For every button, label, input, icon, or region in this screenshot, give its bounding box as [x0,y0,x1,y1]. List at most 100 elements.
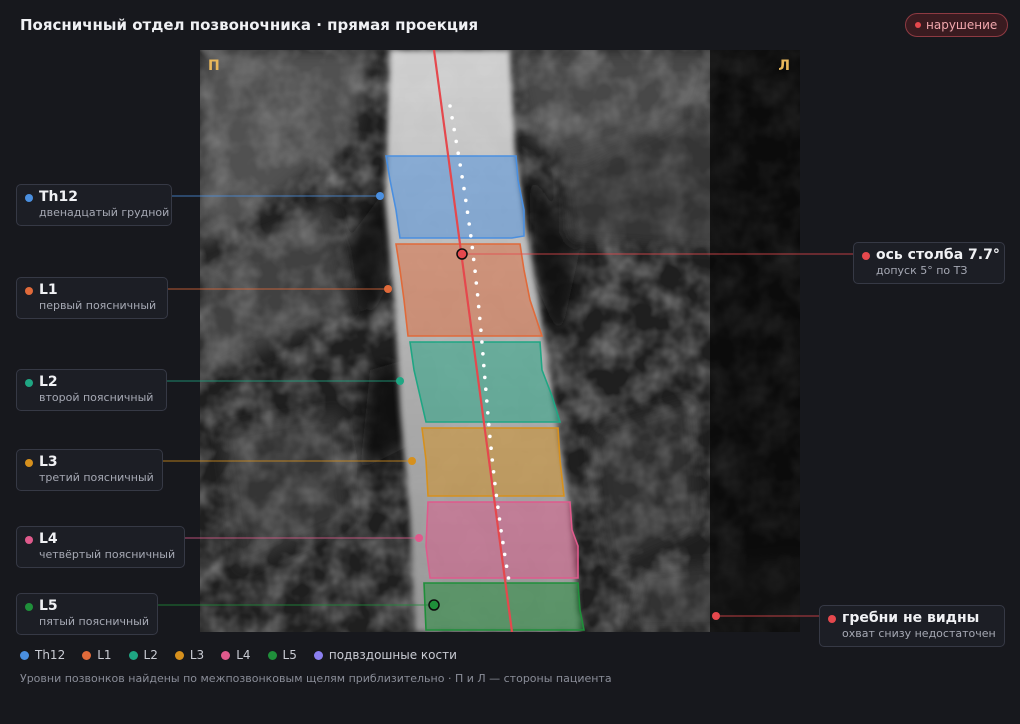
axis-angle-card[interactable]: ось столба 7.7° допуск 5° по ТЗ [853,242,1005,284]
vertebra-description: двенадцатый грудной [39,206,170,219]
centerline-point [456,151,461,155]
vertebra-description: третий поясничный [39,471,154,484]
centerline-point [486,411,490,415]
centerline-point [473,269,477,273]
vertebra-description: четвёртый поясничный [39,548,176,561]
centerline-point [497,517,502,521]
page-title: Поясничный отдел позвоночника · прямая п… [20,16,479,34]
centerline-point [476,304,481,309]
xray-image [200,50,800,632]
centerline-point [450,116,454,120]
vertebra-l1-outline[interactable] [395,243,544,337]
vertebra-description: второй поясничный [39,391,154,404]
vertebra-description: пятый поясничный [39,615,149,628]
legend-item-5[interactable]: L5 [267,648,297,662]
legend-label: L1 [97,648,112,662]
legend-label: L3 [189,648,205,662]
centerline-point [454,139,458,144]
iliac-crest-card[interactable]: гребни не видны охват снизу недостаточен [819,605,1005,647]
legend-label: L2 [143,648,158,662]
centerline-point [458,163,463,167]
crest-desc: охват снизу недостаточен [842,627,996,640]
centerline-point [465,210,470,214]
centerline-point [480,340,484,344]
status-badge[interactable]: нарушение [905,13,1009,37]
legend-swatch-icon [174,650,184,660]
legend-item-4[interactable]: L4 [221,648,251,662]
legend-label: L4 [236,648,251,662]
centerline-point [462,186,466,191]
legend-swatch-icon [221,650,231,660]
legend-item-0[interactable]: Th12 [20,648,65,662]
crest-label: гребни не видны [842,610,980,626]
centerline-point [484,387,488,392]
centerline-point [469,234,473,238]
legend-swatch-icon [82,650,92,660]
centerline-point [499,529,503,533]
vertebra-dot-icon [25,603,33,611]
right-side-marker: Л [778,58,790,74]
vertebra-name: L5 [39,598,58,614]
centerline-point [485,399,489,403]
legend-label: Th12 [35,648,66,662]
legend: Th12 L1 L2 L3 L4 L5 подвздошные кости [20,648,457,662]
legend-item-6[interactable]: подвздошные кости [313,648,457,662]
vertebra-l5-outline[interactable] [423,582,585,631]
centerline-point [452,127,456,132]
centerline-point [483,375,487,380]
vertebra-card-l3[interactable]: L3 третий поясничный [16,449,163,491]
vertebra-th12-outline[interactable] [385,155,525,239]
vertebra-card-l4[interactable]: L4 четвёртый поясничный [16,526,185,568]
centerline-point [487,422,491,427]
vertebra-description: первый поясничный [39,299,157,312]
centerline-point [448,104,452,108]
centerline-point [481,352,485,356]
centerline-point [470,245,475,250]
legend-swatch-icon [313,650,323,660]
legend-label: L5 [282,648,297,662]
centerline-point [475,293,480,297]
centerline-point [493,481,497,486]
vertebra-card-l5[interactable]: L5 пятый поясничный [16,593,158,635]
footnote: Уровни позвонков найдены по межпозвонков… [20,672,612,685]
xray-viewer[interactable]: П Л [200,50,800,632]
centerline-point [467,222,472,226]
crest-dot-icon [828,615,836,623]
vertebra-name: Th12 [39,189,78,205]
axis-tolerance-label: допуск 5° по ТЗ [876,264,968,277]
centerline-point [506,576,511,580]
axis-dot-icon [862,252,870,260]
vertebra-card-th12[interactable]: Th12 двенадцатый грудной [16,184,172,226]
centerline-point [460,175,464,179]
legend-swatch-icon [267,650,277,660]
centerline-point [479,328,483,333]
centerline-point [488,434,492,439]
vertebra-l4-outline[interactable] [425,501,579,579]
centerline-point [501,540,505,545]
centerline-point [489,446,493,451]
legend-item-2[interactable]: L2 [128,648,158,662]
centerline-point [464,198,468,203]
legend-swatch-icon [20,650,29,660]
legend-item-1[interactable]: L1 [82,648,112,662]
vertebra-card-l1[interactable]: L1 первый поясничный [16,277,168,319]
centerline-point [471,257,476,262]
centerline-point [494,493,499,498]
vertebra-dot-icon [25,459,33,467]
centerline-point [474,281,479,285]
centerline-point [502,552,507,557]
axis-angle-label: ось столба 7.7° [876,247,1000,263]
centerline-point [482,363,486,368]
vertebra-l2-outline[interactable] [409,341,562,423]
centerline-point [490,458,495,462]
centerline-point [491,470,496,474]
vertebra-dot-icon [25,379,33,387]
vertebra-name: L3 [39,454,58,470]
legend-label: подвздошные кости [328,648,457,662]
vertebra-name: L1 [39,282,58,298]
vertebra-card-l2[interactable]: L2 второй поясничный [16,369,167,411]
vertebra-name: L2 [39,374,58,390]
left-side-marker: П [208,58,220,74]
legend-swatch-icon [128,650,138,660]
legend-item-3[interactable]: L3 [174,648,205,662]
